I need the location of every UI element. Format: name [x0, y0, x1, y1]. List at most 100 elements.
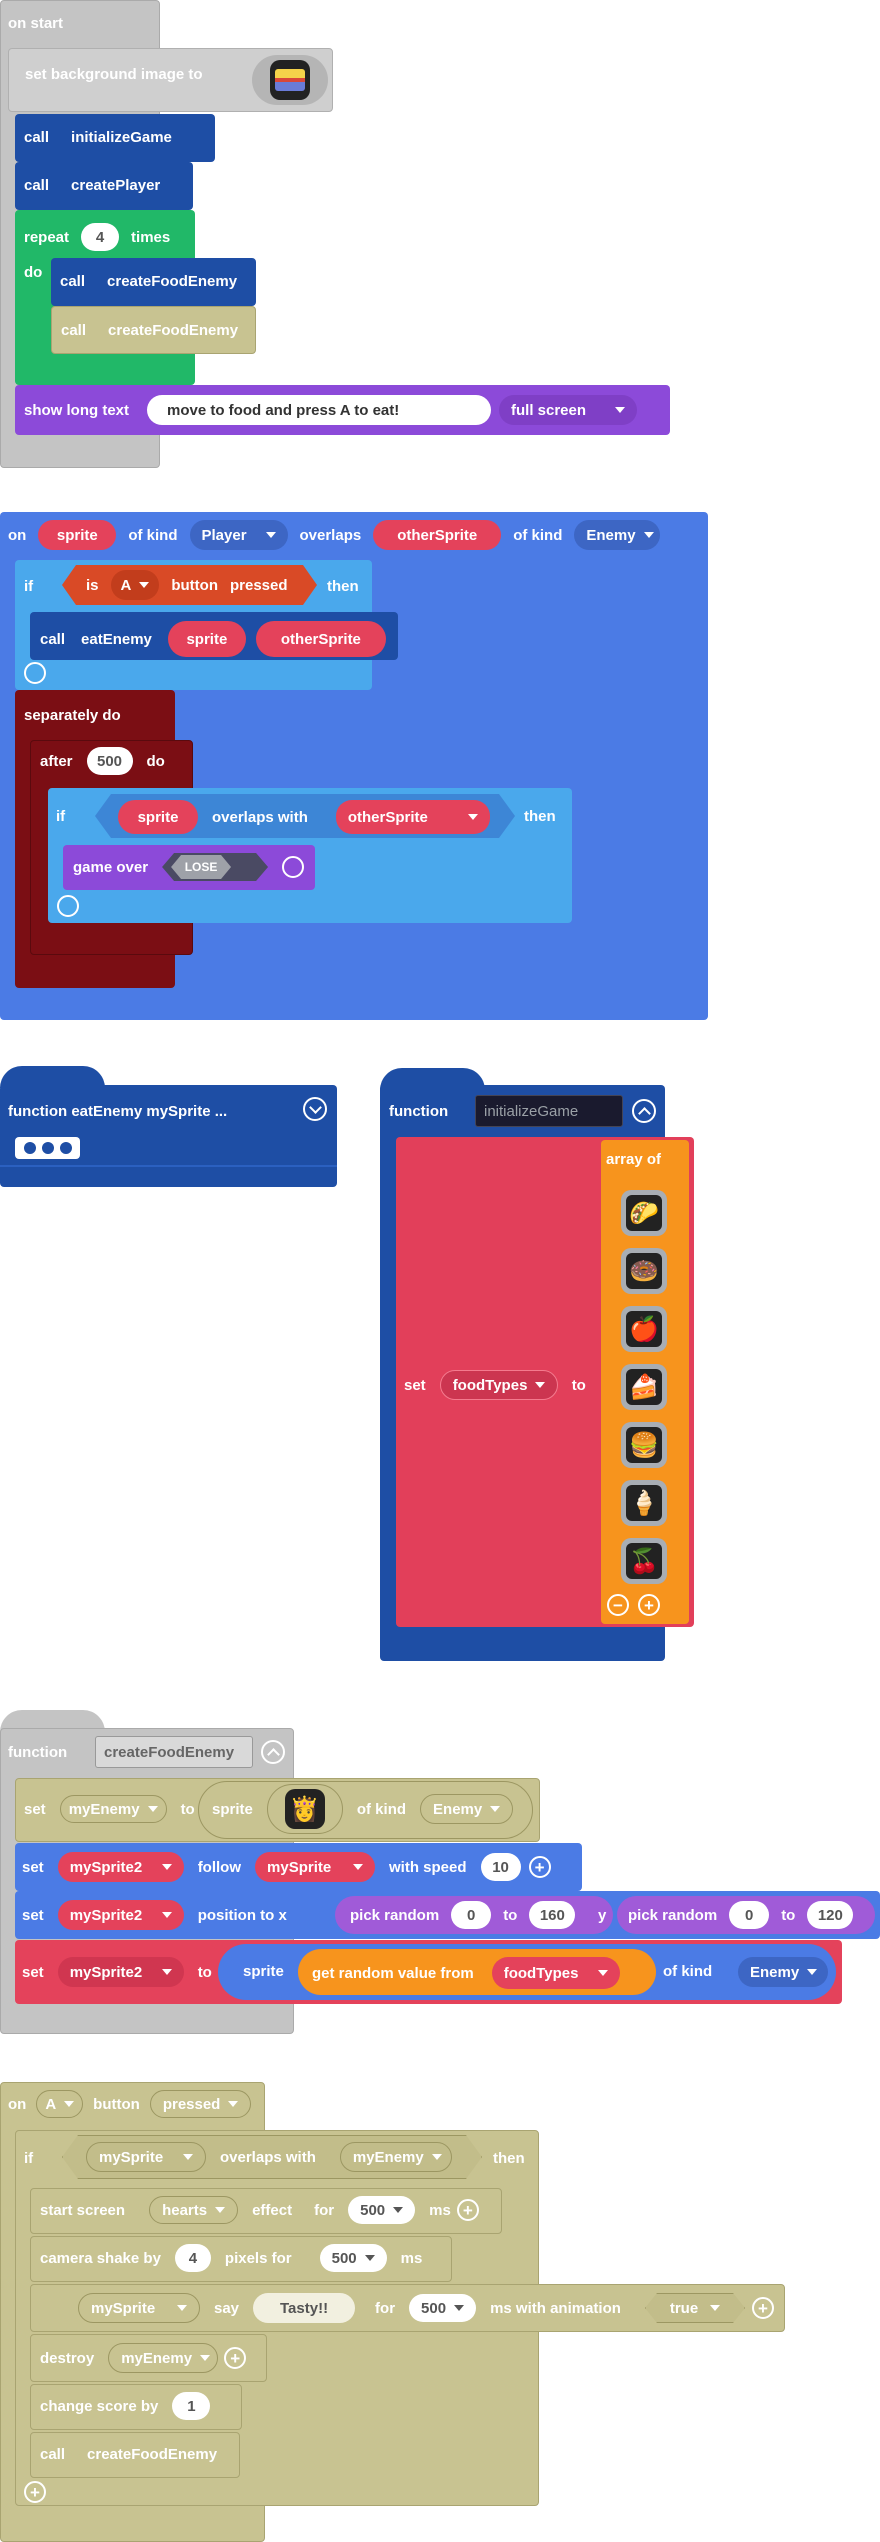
burger-icon: 🍔 [626, 1427, 662, 1463]
kind-dropdown[interactable]: Enemy [420, 1794, 514, 1824]
array-item[interactable]: 🍒 [604, 1532, 684, 1590]
function-name: createFoodEnemy [87, 2446, 218, 2463]
random-min-x-input[interactable]: 0 [451, 1901, 492, 1929]
kind-enemy-dropdown[interactable]: Enemy [574, 520, 661, 550]
call-eat-enemy-block[interactable]: call eatEnemy sprite otherSprite [30, 612, 398, 660]
function-name-input[interactable]: initializeGame [475, 1095, 623, 1127]
button-dropdown[interactable]: A [110, 570, 160, 600]
animation-keyword: ms with animation [490, 2299, 621, 2317]
chevron-down-icon [431, 2154, 442, 2160]
add-else-icon[interactable] [24, 662, 46, 684]
animation-value: true [669, 2299, 699, 2317]
separately-do-keyword: separately do [24, 707, 121, 724]
say-sprite-dropdown[interactable]: mySprite [78, 2293, 200, 2323]
array-item[interactable]: 🍩 [604, 1242, 684, 1300]
pressed-keyword: pressed [230, 576, 288, 594]
other-sprite-dropdown[interactable]: otherSprite [335, 800, 490, 834]
call-create-food-enemy-block[interactable]: call createFoodEnemy [51, 258, 256, 306]
array-item[interactable]: 🍔 [604, 1416, 684, 1474]
collapse-chevron-icon[interactable] [303, 1097, 327, 1121]
if-other-dropdown[interactable]: myEnemy [339, 2142, 452, 2172]
call-keyword: call [40, 2446, 66, 2463]
say-text-input[interactable]: Tasty!! [253, 2293, 356, 2323]
get-random-value-keyword: get random value from [312, 1964, 474, 1982]
chevron-down-icon [535, 1382, 546, 1388]
long-text-input[interactable]: move to food and press A to eat! [147, 395, 491, 425]
sprite-argument[interactable]: sprite [118, 800, 198, 834]
say-sprite-value: mySprite [91, 2299, 156, 2317]
if-sprite-dropdown[interactable]: mySprite [86, 2142, 206, 2172]
add-parameter-icon[interactable]: + [528, 1856, 551, 1878]
random-max-x-input[interactable]: 160 [529, 1901, 576, 1929]
call-initialize-game-block[interactable]: call initializeGame [15, 114, 215, 162]
duration-dropdown[interactable]: 500 [319, 2244, 387, 2272]
function-name-input[interactable]: createFoodEnemy [95, 1736, 253, 1768]
repeat-keyword: repeat [24, 228, 70, 246]
after-keyword: after [40, 752, 73, 770]
remove-item-icon[interactable]: − [607, 1594, 629, 1616]
y-keyword: y [598, 1907, 607, 1924]
follow-keyword: follow [197, 1858, 242, 1876]
add-item-icon[interactable]: + [638, 1594, 660, 1616]
lose-toggle[interactable]: LOSE [162, 853, 268, 881]
sprite-variable[interactable]: sprite [38, 520, 117, 550]
score-delta-input[interactable]: 1 [172, 2392, 211, 2420]
my-enemy-dropdown[interactable]: myEnemy [59, 1795, 167, 1823]
array-item[interactable]: 🍦 [604, 1474, 684, 1532]
follow-target-dropdown[interactable]: mySprite [255, 1852, 376, 1882]
repeat-count-input[interactable]: 4 [81, 223, 120, 251]
show-long-text-block[interactable]: show long text move to food and press A … [15, 385, 670, 435]
array-item[interactable]: 🍎 [604, 1300, 684, 1358]
destroy-target-dropdown[interactable]: myEnemy [108, 2343, 219, 2373]
game-over-block[interactable]: game over LOSE [63, 845, 315, 890]
background-image-picker[interactable] [252, 55, 328, 105]
add-parameter-icon[interactable]: + [224, 2347, 247, 2369]
my-sprite2-dropdown[interactable]: mySprite2 [57, 1900, 184, 1930]
set-background-block[interactable]: set background image to [8, 48, 333, 112]
sprite-image-picker[interactable]: 👸 [266, 1784, 343, 1834]
function-eat-enemy-block[interactable]: function eatEnemy mySprite ... [0, 1085, 337, 1187]
random-max-y-input[interactable]: 120 [807, 1901, 854, 1929]
add-else-icon[interactable]: + [24, 2481, 46, 2503]
add-parameter-icon[interactable]: + [456, 2199, 479, 2221]
position-keyword: position to x [197, 1906, 287, 1924]
add-parameter-icon[interactable]: + [752, 2297, 774, 2319]
button-value: A [120, 576, 132, 594]
add-parameter-icon[interactable] [282, 856, 305, 878]
speed-input[interactable]: 10 [480, 1853, 521, 1881]
after-ms-input[interactable]: 500 [86, 747, 133, 775]
collapse-chevron-icon[interactable] [632, 1099, 656, 1123]
duration-dropdown[interactable]: 500 [348, 2196, 416, 2224]
call-create-player-block[interactable]: call createPlayer [15, 162, 193, 210]
array-item[interactable]: 🌮 [604, 1184, 684, 1242]
kind-player-dropdown[interactable]: Player [189, 520, 288, 550]
kind-value: Enemy [586, 526, 636, 544]
pixels-for-keyword: pixels for [224, 2249, 292, 2267]
duration-value: 500 [421, 2299, 447, 2317]
is-keyword: is [86, 576, 99, 594]
add-else-icon[interactable] [57, 895, 79, 917]
shake-pixels-input[interactable]: 4 [174, 2244, 211, 2272]
sprite-argument[interactable]: sprite [167, 621, 246, 657]
call-keyword: call [61, 322, 87, 339]
collapse-chevron-icon[interactable] [261, 1740, 285, 1764]
other-sprite-variable[interactable]: otherSprite [373, 520, 502, 550]
collapsed-body-indicator[interactable] [15, 1137, 80, 1159]
animation-toggle[interactable]: true [645, 2293, 745, 2323]
random-min-y-input[interactable]: 0 [729, 1901, 770, 1929]
button-state-dropdown[interactable]: pressed [149, 2090, 252, 2118]
for-keyword: for [314, 2201, 335, 2219]
kind-dropdown[interactable]: Enemy [738, 1957, 828, 1987]
button-dropdown[interactable]: A [36, 2090, 84, 2118]
call-create-food-enemy-disabled-block[interactable]: call createFoodEnemy [51, 306, 256, 354]
food-types-dropdown[interactable]: foodTypes [439, 1370, 558, 1400]
display-mode-dropdown[interactable]: full screen [499, 395, 637, 425]
food-types-dropdown[interactable]: foodTypes [491, 1957, 620, 1989]
other-sprite-argument[interactable]: otherSprite [255, 621, 386, 657]
duration-dropdown[interactable]: 500 [409, 2294, 477, 2322]
effect-dropdown[interactable]: hearts [149, 2196, 239, 2224]
array-item[interactable]: 🍰 [604, 1358, 684, 1416]
my-sprite2-value: mySprite2 [69, 1906, 143, 1924]
my-sprite2-dropdown[interactable]: mySprite2 [57, 1957, 184, 1987]
my-sprite2-dropdown[interactable]: mySprite2 [57, 1852, 184, 1882]
